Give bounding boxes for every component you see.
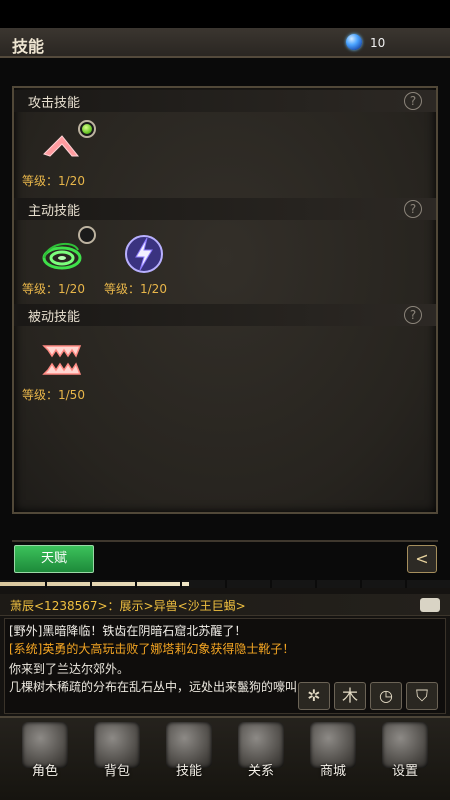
page-title: 技能 [12,37,45,56]
bar-tick [405,580,407,588]
nav-settings[interactable]: 设置 [370,720,440,798]
blue-gem-icon [346,34,362,50]
nav-bag[interactable]: 背包 [82,720,152,798]
talent-button[interactable]: 天赋 [14,545,94,573]
chat-channel-bar[interactable]: 萧辰<1238567>：展示>异兽<沙王巨蝎> [0,594,450,616]
help-icon[interactable]: ? [404,92,422,110]
help-icon[interactable]: ? [404,200,422,218]
skill-level: 等级：1/20 [22,174,85,188]
skill-level: 等级：1/50 [22,388,85,402]
currency-count: 10 [370,36,386,50]
bar-tick [180,580,182,588]
status-bar [0,0,450,28]
chat-channel-message: 萧辰<1238567>：展示>异兽<沙王巨蝎> [10,599,246,613]
nav-label: 角色 [31,764,58,779]
section-passive-skills: 被动技能 ? [14,304,436,326]
bar-tick [135,580,137,588]
nav-skills[interactable]: 技能 [154,720,224,798]
chat-message: 几棵树木稀疏的分布在乱石丛中，远处出来鬣狗的嚎叫 [9,680,298,694]
nav-label: 关系 [247,764,274,779]
skill-slot-attack-1[interactable]: 等级：1/20 [22,120,102,192]
chat-message: 你来到了兰达尔郊外。 [9,662,130,676]
experience-fill [0,582,189,586]
skill-slot-passive-1[interactable]: 等级：1/50 [22,336,102,406]
help-icon[interactable]: ? [404,306,422,324]
equipped-indicator [78,120,96,138]
chat-message: [系统]英勇的大高玩击败了娜塔莉幻象获得隐士靴子！ [9,642,295,656]
skill-level: 等级：1/20 [104,282,167,296]
bar-tick [315,580,317,588]
jaws-icon [42,345,82,375]
section-attack-skills: 攻击技能 ? [14,90,436,112]
tree-icon[interactable]: 木 [334,682,366,710]
section-label: 主动技能 [28,204,81,219]
skill-slot-active-1[interactable]: 等级：1/20 [22,226,102,300]
section-label: 攻击技能 [28,96,81,111]
lightning-orb-icon [125,235,163,273]
nav-label: 设置 [391,764,418,779]
empty-slot-indicator [78,226,96,244]
skill-slot-active-2[interactable]: 等级：1/20 [104,230,184,300]
chat-message: [野外]黑暗降临！铁齿在阴暗石窟北苏醒了！ [9,624,247,638]
clock-icon[interactable]: ◷ [370,682,402,710]
bar-tick [90,580,92,588]
bar-tick [270,580,272,588]
gear-wheel-icon[interactable]: ✲ [298,682,330,710]
bar-tick [225,580,227,588]
nav-label: 背包 [103,764,130,779]
back-button[interactable]: < [407,545,437,573]
nav-label: 商城 [319,764,346,779]
bar-tick [45,580,47,588]
experience-bar [0,580,450,588]
bar-tick [360,580,362,588]
nav-relations[interactable]: 关系 [226,720,296,798]
nav-shop[interactable]: 商城 [298,720,368,798]
section-label: 被动技能 [28,310,81,325]
section-active-skills: 主动技能 ? [14,198,436,220]
chat-bubble-icon[interactable] [420,598,440,612]
bottom-navigation: 角色 背包 技能 关系 商城 设置 [0,716,450,800]
page-header: 技能 10 [0,28,450,58]
nav-character[interactable]: 角色 [10,720,80,798]
shield-icon[interactable]: ⛉ [406,682,438,710]
nav-label: 技能 [175,764,202,779]
skill-level: 等级：1/20 [22,282,85,296]
divider [12,540,438,542]
